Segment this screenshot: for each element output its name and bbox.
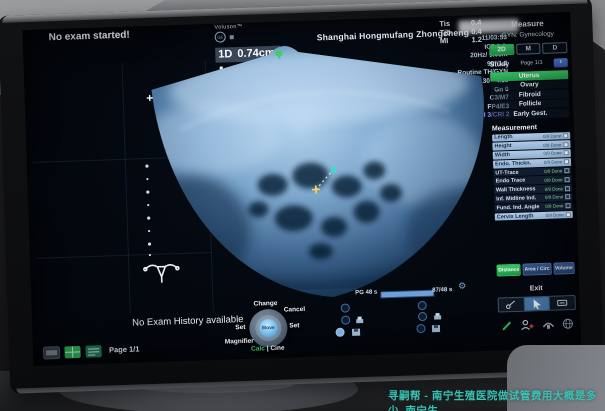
photo-of-ultrasound-monitor: No exam started! Voluson™ GE 1D 0.74cm [0,0,605,411]
caliper-tool-button[interactable] [499,298,525,312]
measurement-checkbox[interactable] [565,195,570,200]
measurement-label: Cervix Length [497,212,546,220]
measurement-label: Fund. Ind. Angle [496,204,545,212]
measurement-status: 0/9 Done [543,142,561,148]
measurement-status: 0/9 Done [545,212,563,218]
study-list: Uterus Ovary Fibroid Follicle Early Gest… [490,70,569,119]
trackball-label-magnifier: Magnifier [225,338,254,346]
mode-tabs: 2D M D [489,42,567,56]
uterus-body-marker [144,264,180,283]
measurement-status: 0/9 Done [545,195,563,201]
depth-scale [145,164,151,256]
pointer-tool-button[interactable] [524,297,550,311]
measurement-checkbox[interactable] [563,142,568,147]
measurement-label: Endo Trace [496,177,545,185]
trackball-label-cancel: Cancel [284,306,306,314]
ultrasound-monitor: No exam started! Voluson™ GE 1D 0.74cm [0,0,604,394]
edge-marker [147,95,153,101]
study-label: Study [490,61,510,69]
save-icon [431,324,440,332]
caliper-icon [505,300,516,309]
measurement-status: 0/9 Done [543,151,561,157]
volume-button[interactable]: Volume [553,262,575,275]
study-page-indicator: Page 1/3 [509,60,554,67]
tab-m[interactable]: M [516,43,541,55]
distance-button[interactable]: Distance [496,264,521,277]
measurement-status: 0/9 Done [545,204,563,210]
measurement-checkbox[interactable] [564,159,569,164]
measure-panel: Measure GYN: Gynecology 2D M D Study Pag… [488,18,576,332]
page-indicator: Page 1/1 [109,344,140,354]
measurement-checkbox[interactable] [565,177,570,182]
measurement-status: 0/9 Done [544,177,562,183]
single-view-layout-icon[interactable] [43,346,60,360]
next-page-button[interactable]: › [554,58,568,67]
measurement-label: Width [495,151,544,159]
printer-icon [355,316,364,324]
measurement-status: 0/9 Done [544,168,562,174]
measurement-list: Length 0/9 Done Height 0/9 Done Width 0/… [492,132,573,222]
measurement-checkbox[interactable] [566,212,571,217]
exam-history-status: No Exam History available [132,314,244,329]
trackball-label-set-right: Set [289,322,299,329]
annotation-tool-button[interactable] [550,296,575,310]
ultrasound-image [118,29,507,321]
measurement-label: Wall Thickness [496,186,545,194]
quad-view-layout-icon[interactable] [64,345,81,359]
patient-icon[interactable] [521,320,534,331]
cine-label: | Cine [267,345,285,353]
exit-button[interactable]: Exit [497,284,575,294]
measurement-row[interactable]: Cervix Length 0/9 Done [495,211,573,221]
panel-subtitle: GYN: Gynecology [489,30,567,43]
tab-d[interactable]: D [542,42,567,54]
printer-icon [433,312,442,320]
measurement-label: Endo. Thickn. [495,160,544,168]
gear-icon[interactable]: ⚙ [458,281,466,292]
trackball-map[interactable]: Move [249,309,288,348]
measurement-checkbox[interactable] [564,151,569,156]
measurement-status: 0/9 Done [544,160,562,166]
measurement-status: 0/9 Done [543,133,561,139]
ultrasound-screen: No exam started! Voluson™ GE 1D 0.74cm [22,12,581,366]
measurement-label: UT-Trace [495,169,544,177]
pointer-icon [532,299,541,309]
measurement-checkbox[interactable] [563,133,568,138]
measurement-checkbox[interactable] [565,186,570,191]
cursor-mode-group [498,295,576,313]
network-globe-icon[interactable] [562,319,573,330]
pencil-icon[interactable] [501,321,512,332]
p-button[interactable] [341,315,350,324]
report-layout-icon[interactable] [85,345,102,359]
trackball-label-change: Change [253,300,277,308]
tissue-texture [124,45,507,293]
trackball-label-set-left: Set [235,324,245,331]
cine-elapsed-label: PG 48 s [355,290,377,297]
probe-icon[interactable] [542,319,554,329]
measurement-label: Height [494,142,543,150]
system-icon-row [498,318,576,332]
save-icon [351,328,360,336]
annotation-icon [557,299,568,308]
calc-label: Calc [251,345,265,352]
brand-name: Voluson™ [214,24,242,31]
area-circ-button[interactable]: Area / Circ [523,263,552,276]
measurement-checkbox[interactable] [564,168,569,173]
measurement-checkbox[interactable] [565,203,570,208]
p-button[interactable] [416,324,425,333]
p-button-active[interactable] [335,328,344,337]
trackball-label-calc-cine: Calc | Cine [251,345,285,353]
study-item-early-gest[interactable]: Early Gest. [491,108,569,119]
tab-2d[interactable]: 2D [489,44,514,56]
measurement-label: Inf. Midline Ind. [496,195,545,203]
cine-total-label: 87/48 s [432,287,452,294]
measurement-label: Length [494,133,543,141]
study-row: Study Page 1/3 › [490,56,568,71]
watermark-text: 寻嗣帮 - 南宁生殖医院做试管费用大概是多少_南宁生 [388,388,605,411]
tool-buttons: Distance Area / Circ Volume [496,262,574,277]
p-button[interactable] [418,312,427,321]
measurement-status: 0/9 Done [545,186,563,192]
